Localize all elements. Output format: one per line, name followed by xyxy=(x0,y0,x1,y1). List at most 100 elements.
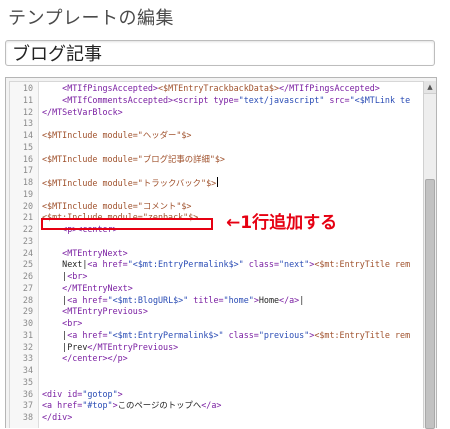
code-text: <MTIfPingsAccepted><$MTEntryTrackbackDat… xyxy=(42,83,380,95)
code-line[interactable]: 18 <$MTInclude module="トラックバック"$> xyxy=(10,177,423,189)
code-line[interactable]: 22 <p><center> xyxy=(10,224,423,236)
code-token: | xyxy=(42,271,68,281)
code-text: <MTEntryNext> xyxy=(42,248,128,260)
code-line[interactable]: 28 |<a href="<$mt:BlogURL$>" title="home… xyxy=(10,295,423,307)
code-viewport[interactable]: 10 <MTIfPingsAccepted><$MTEntryTrackback… xyxy=(9,81,424,428)
code-token: "text/javascript" xyxy=(238,94,325,105)
line-number: 12 xyxy=(22,106,33,117)
code-token: "previous" xyxy=(258,329,310,340)
code-line[interactable]: 25 Next|<a href="<$mt:EntryPermalink$>" … xyxy=(10,259,423,271)
code-token: title= xyxy=(188,294,224,305)
code-line[interactable]: 30 <br> xyxy=(10,318,423,330)
line-number: 36 xyxy=(22,388,33,399)
code-line[interactable]: 11 <MTIfCommentsAccepted><script type="t… xyxy=(10,95,423,107)
line-number: 29 xyxy=(22,306,33,317)
code-text: |<a href="<$mt:BlogURL$>" title="home">H… xyxy=(42,295,304,307)
code-text: <$MTInclude module="ブログ記事の詳細"$> xyxy=(42,154,225,166)
code-lines: 10 <MTIfPingsAccepted><$MTEntryTrackback… xyxy=(10,83,423,424)
code-token: <$MTEntryTrackbackData$> xyxy=(157,83,279,93)
code-token: > xyxy=(117,388,123,399)
code-token: | xyxy=(299,294,305,305)
scroll-thumb[interactable] xyxy=(425,179,435,429)
code-line[interactable]: 21 <$mt:Include module="zenback"$> xyxy=(10,212,423,224)
code-token: "home" xyxy=(223,294,254,305)
code-line[interactable]: 33 </center></p> xyxy=(10,353,423,365)
code-token: |Prev xyxy=(42,341,88,352)
code-line[interactable]: 20 <$MTInclude module="コメント"$> xyxy=(10,201,423,213)
line-number: 20 xyxy=(22,200,33,211)
code-token: <br> xyxy=(67,271,88,281)
code-line[interactable]: 35 xyxy=(10,377,423,389)
code-token: <a href= xyxy=(42,400,83,411)
code-text: <div id="gotop"> xyxy=(42,389,123,401)
line-number: 27 xyxy=(22,282,33,293)
code-token: </a> xyxy=(279,294,300,305)
code-line[interactable]: 32 |Prev</MTEntryPrevious> xyxy=(10,342,423,354)
code-token: </div> xyxy=(42,412,73,422)
code-text: <br> xyxy=(42,318,82,330)
code-line[interactable]: 10 <MTIfPingsAccepted><$MTEntryTrackback… xyxy=(10,83,423,95)
code-line[interactable]: 36 <div id="gotop"> xyxy=(10,389,423,401)
code-text: <MTIfCommentsAccepted><script type="text… xyxy=(42,95,410,107)
template-name-input[interactable] xyxy=(5,40,435,66)
line-number: 24 xyxy=(22,247,33,258)
code-line[interactable]: 15 xyxy=(10,142,423,154)
line-number: 25 xyxy=(22,259,33,270)
code-line[interactable]: 19 xyxy=(10,189,423,201)
code-text: <$MTInclude module="コメント"$> xyxy=(42,201,191,213)
code-token: "<$MTLink te xyxy=(349,94,411,105)
code-token: | xyxy=(42,294,68,305)
code-line[interactable]: 29 <MTEntryPrevious> xyxy=(10,306,423,318)
line-number: 23 xyxy=(22,235,33,246)
line-number: 33 xyxy=(22,353,33,364)
code-text: <MTEntryPrevious> xyxy=(42,306,148,318)
code-line[interactable]: 26 |<br> xyxy=(10,271,423,283)
code-text: |<br> xyxy=(42,271,87,283)
line-number: 26 xyxy=(22,271,33,281)
code-text: </MTEntryNext> xyxy=(42,283,133,295)
scroll-up-arrow-icon[interactable]: ▲ xyxy=(424,81,436,94)
code-token: Home xyxy=(258,294,280,305)
code-line[interactable]: 17 xyxy=(10,165,423,177)
code-text: </div> xyxy=(42,412,72,424)
code-line[interactable]: 16 <$MTInclude module="ブログ記事の詳細"$> xyxy=(10,154,423,166)
code-text: </MTSetVarBlock> xyxy=(42,107,123,119)
text-caret xyxy=(217,177,219,187)
code-line[interactable]: 38 </div> xyxy=(10,412,423,424)
code-line[interactable]: 34 xyxy=(10,365,423,377)
code-token: <$mt:Include module="zenback"$> xyxy=(42,212,199,223)
code-token: <a href= xyxy=(87,259,128,270)
code-token: <$MTInclude module="ヘッダー"$> xyxy=(42,130,192,140)
code-token: <$mt:EntryTitle rem xyxy=(314,329,411,340)
code-token: このページのトップへ xyxy=(117,400,202,411)
code-line[interactable]: 14 <$MTInclude module="ヘッダー"$> xyxy=(10,130,423,142)
template-code-editor[interactable]: 10 <MTIfPingsAccepted><$MTEntryTrackback… xyxy=(5,77,437,429)
code-token: src= xyxy=(324,94,350,105)
code-text: <$mt:Include module="zenback"$> xyxy=(42,212,198,224)
code-token: <a href= xyxy=(67,294,108,305)
line-number: 34 xyxy=(22,365,33,375)
code-token: </center></p> xyxy=(42,353,128,364)
code-token: </a> xyxy=(201,400,222,411)
code-line[interactable]: 13 xyxy=(10,118,423,130)
line-number: 37 xyxy=(22,400,33,411)
code-line[interactable]: 12 </MTSetVarBlock> xyxy=(10,107,423,119)
editor-scrollbar[interactable]: ▲ xyxy=(423,81,436,429)
code-token: <$MTInclude module="トラックバック"$> xyxy=(42,178,217,188)
line-number: 18 xyxy=(22,177,33,187)
code-token: <p><center> xyxy=(42,224,118,234)
code-token: <script xyxy=(173,94,214,105)
code-line[interactable]: 27 </MTEntryNext> xyxy=(10,283,423,295)
line-number: 22 xyxy=(22,224,33,234)
code-line[interactable]: 24 <MTEntryNext> xyxy=(10,248,423,260)
code-line[interactable]: 23 xyxy=(10,236,423,248)
code-line[interactable]: 31 |<a href="<$mt:EntryPermalink$>" clas… xyxy=(10,330,423,342)
line-number: 17 xyxy=(22,165,33,176)
code-token: class= xyxy=(223,329,259,340)
code-text: </center></p> xyxy=(42,353,128,365)
code-line[interactable]: 37 <a href="#top">このページのトップへ</a> xyxy=(10,400,423,412)
code-token: </MTIfPingsAccepted> xyxy=(279,83,380,93)
code-text: |Prev</MTEntryPrevious> xyxy=(42,342,178,354)
code-token: <MTEntryNext> xyxy=(42,247,128,258)
code-token: <MTEntryPrevious> xyxy=(42,306,148,317)
